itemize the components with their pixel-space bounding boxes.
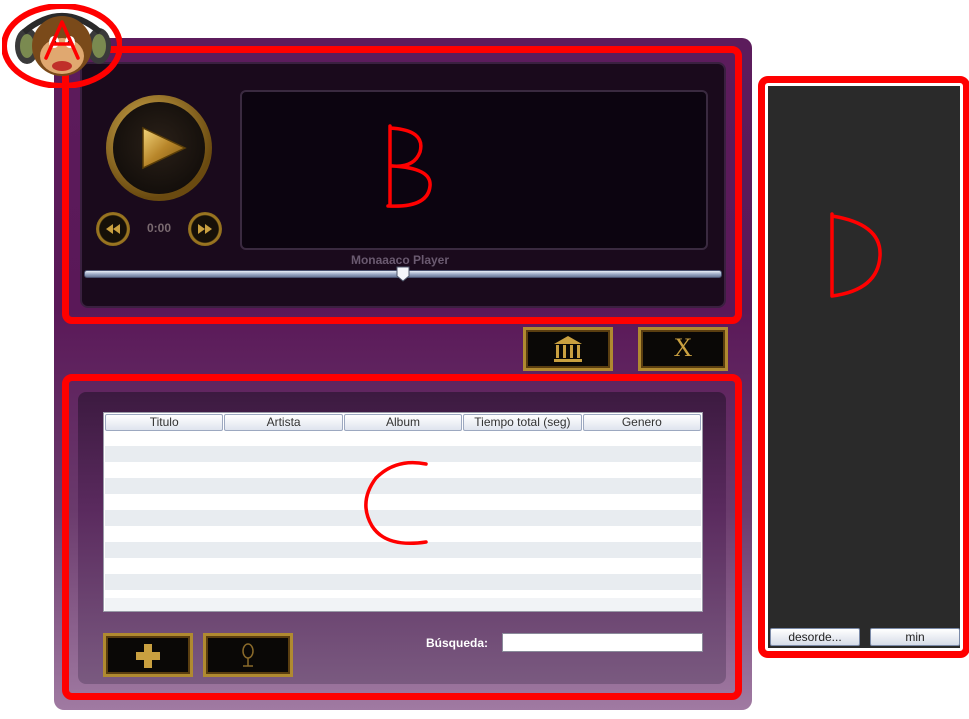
minimize-button[interactable]: min <box>870 628 960 646</box>
play-icon <box>142 126 187 170</box>
time-display: 0:00 <box>146 221 172 235</box>
shuffle-button[interactable]: desorde... <box>770 628 860 646</box>
player-caption: Monaaaco Player <box>350 253 450 267</box>
column-header-artista[interactable]: Artista <box>224 414 343 431</box>
table-row <box>105 574 701 590</box>
microphone-icon <box>242 643 254 667</box>
table-row <box>105 598 701 611</box>
annotation-letter-c <box>364 460 428 545</box>
rewind-icon <box>106 224 120 234</box>
plus-icon <box>136 644 160 668</box>
library-icon <box>554 336 582 362</box>
add-button[interactable] <box>103 633 193 677</box>
close-button[interactable]: X <box>638 327 728 371</box>
search-input[interactable] <box>502 633 703 652</box>
display-screen <box>240 90 708 250</box>
search-label: Búsqueda: <box>426 636 489 650</box>
column-header-album[interactable]: Album <box>343 414 463 431</box>
close-label: X <box>673 333 693 362</box>
column-header-genero[interactable]: Genero <box>582 414 702 431</box>
annotation-letter-d <box>830 212 882 298</box>
rewind-button[interactable] <box>96 212 130 246</box>
play-button-face[interactable] <box>113 102 205 194</box>
column-header-tiempo[interactable]: Tiempo total (seg) <box>463 414 582 431</box>
table-header: Titulo Artista Album Tiempo total (seg) … <box>105 414 702 431</box>
fast-forward-icon <box>198 224 212 234</box>
annotation-letter-b <box>386 124 432 208</box>
column-header-titulo[interactable]: Titulo <box>105 414 224 431</box>
side-panel <box>768 86 960 648</box>
fast-forward-button[interactable] <box>188 212 222 246</box>
seek-thumb[interactable] <box>396 266 410 282</box>
library-button[interactable] <box>523 327 613 371</box>
microphone-button[interactable] <box>203 633 293 677</box>
annotation-letter-a <box>44 20 80 60</box>
